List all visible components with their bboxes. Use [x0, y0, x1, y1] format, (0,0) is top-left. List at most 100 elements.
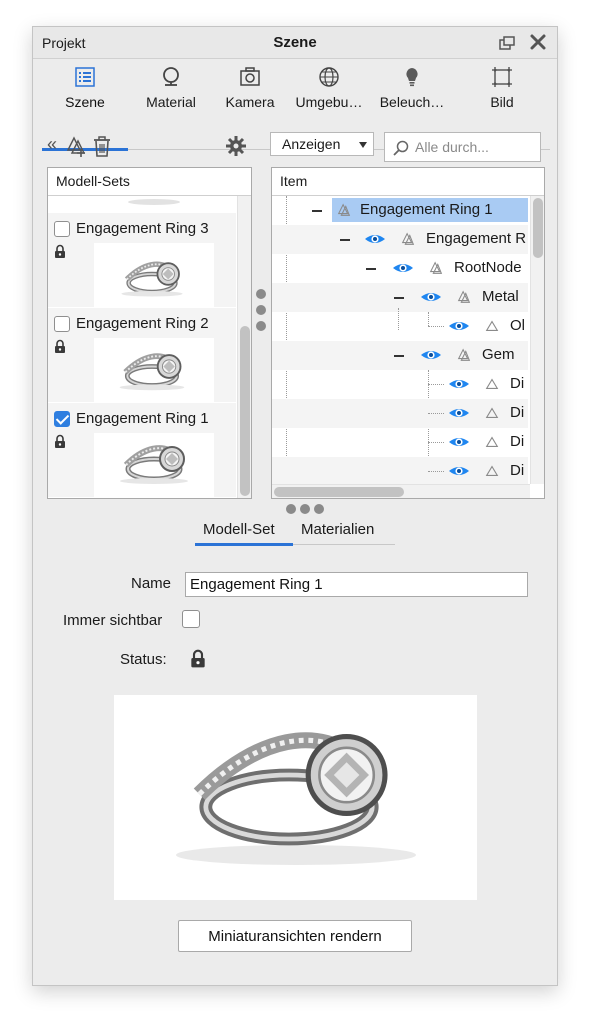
sub-tab-bar: Modell-Set Materialien [195, 517, 395, 547]
window-title: Szene [273, 34, 317, 51]
tab-label: Bild [490, 94, 514, 110]
add-model-set-icon[interactable] [65, 135, 87, 157]
model-set-label: Engagement Ring 2 [76, 315, 209, 332]
eye-icon[interactable] [364, 232, 386, 246]
model-set-label: Engagement Ring 1 [76, 410, 209, 427]
tree-row[interactable]: Di [272, 399, 528, 428]
tree-row[interactable]: Di [272, 457, 528, 486]
eye-icon[interactable] [392, 261, 414, 275]
frame-icon [492, 67, 512, 87]
scene-window: Projekt Szene Szene Material Kamera Umge… [32, 26, 558, 986]
search-icon [393, 140, 409, 156]
bulb-icon [406, 68, 418, 87]
tree-item-label: Di [510, 433, 525, 450]
tab-modell-set[interactable]: Modell-Set [203, 521, 275, 538]
tree-row[interactable]: RootNode [272, 254, 528, 283]
always-visible-label: Immer sichtbar [63, 612, 163, 629]
name-field[interactable] [185, 572, 528, 597]
collapse-toggle[interactable] [340, 239, 350, 241]
mesh-icon [485, 407, 499, 418]
visibility-checkbox[interactable] [54, 316, 70, 332]
status-label: Status: [120, 651, 167, 668]
visibility-checkbox[interactable] [54, 221, 70, 237]
eye-icon[interactable] [448, 464, 470, 478]
scene-tree-panel: Item Engagement Ring 1 Engagement R Root… [271, 167, 545, 499]
eye-icon[interactable] [448, 406, 470, 420]
tab-kamera[interactable]: Kamera [214, 60, 286, 118]
eye-icon[interactable] [420, 348, 442, 362]
tab-label: Material [146, 94, 196, 110]
ring-thumbnail [94, 433, 214, 497]
tab-materialien[interactable]: Materialien [301, 521, 374, 538]
ring-preview-image [114, 695, 477, 900]
tree-row[interactable]: Di [272, 428, 528, 457]
dropdown-label: Anzeigen [282, 136, 341, 152]
render-thumbnails-button[interactable]: Miniaturansichten rendern [178, 920, 412, 952]
scrollbar-thumb[interactable] [533, 198, 543, 258]
tree-item-label: Ol [510, 317, 525, 334]
globe-icon [319, 67, 339, 87]
lock-icon[interactable] [54, 339, 66, 353]
search-box[interactable] [384, 132, 541, 162]
eye-icon[interactable] [448, 319, 470, 333]
tree-item-label: Gem [482, 346, 515, 363]
scrollbar-thumb[interactable] [274, 487, 404, 497]
tab-label: Szene [65, 94, 105, 110]
collapse-toggle[interactable] [366, 268, 376, 270]
vertical-splitter-handle[interactable] [255, 289, 267, 339]
lock-icon[interactable] [54, 434, 66, 448]
tab-umgebung[interactable]: Umgebu… [286, 60, 372, 118]
mesh-icon [485, 465, 499, 476]
vertical-scrollbar[interactable] [530, 196, 544, 484]
node-icon [402, 233, 414, 245]
model-set-item-2[interactable]: Engagement Ring 2 [48, 308, 236, 402]
tab-material[interactable]: Material [128, 60, 214, 118]
tab-label: Umgebu… [295, 94, 363, 110]
eye-icon[interactable] [448, 435, 470, 449]
always-visible-checkbox[interactable] [182, 610, 200, 628]
tree-row[interactable]: Engagement R [272, 225, 528, 254]
trash-icon[interactable] [91, 135, 113, 157]
tab-beleuchtung[interactable]: Beleuch… [372, 60, 452, 118]
tree-row[interactable]: Metal [272, 283, 528, 312]
tab-label: Kamera [225, 94, 275, 110]
model-set-icon [338, 204, 350, 216]
lock-icon[interactable] [190, 648, 206, 668]
tree-row[interactable]: Gem [272, 341, 528, 370]
horizontal-scrollbar[interactable] [272, 484, 530, 498]
node-icon [430, 262, 442, 274]
scrollbar-thumb[interactable] [240, 326, 250, 496]
visibility-checkbox[interactable] [54, 411, 70, 427]
collapse-toggle[interactable] [394, 355, 404, 357]
tab-szene[interactable]: Szene [42, 60, 128, 118]
name-label: Name [131, 575, 172, 592]
close-icon[interactable] [529, 33, 547, 51]
gear-icon[interactable] [225, 135, 247, 157]
eye-icon[interactable] [448, 377, 470, 391]
ring-thumbnail [94, 338, 214, 402]
popout-icon[interactable] [499, 36, 515, 50]
tree-row[interactable]: Di [272, 370, 528, 399]
main-tab-bar: Szene Material Kamera Umgebu… Beleuch… B… [33, 60, 557, 151]
horizontal-splitter-handle[interactable] [286, 504, 326, 516]
collapse-icon[interactable]: « [47, 134, 57, 155]
collapse-toggle[interactable] [312, 210, 322, 212]
tree-row[interactable]: Ol [272, 308, 528, 341]
tree-row[interactable]: Engagement Ring 1 [272, 196, 528, 225]
node-icon [458, 291, 470, 303]
title-bar: Projekt Szene [33, 27, 557, 59]
lock-icon[interactable] [54, 244, 66, 258]
model-set-toolbar: « [47, 134, 257, 159]
collapse-toggle[interactable] [394, 297, 404, 299]
model-set-item-3[interactable]: Engagement Ring 3 [48, 213, 236, 307]
search-input[interactable] [415, 138, 537, 156]
material-icon [163, 67, 179, 86]
ring-thumbnail-partial [94, 196, 214, 208]
model-set-item-1[interactable]: Engagement Ring 1 [48, 403, 236, 497]
tree-item-label: Engagement Ring 1 [360, 201, 493, 218]
vertical-scrollbar[interactable] [237, 196, 251, 498]
tab-bild[interactable]: Bild [464, 60, 540, 118]
display-dropdown[interactable]: Anzeigen [270, 132, 374, 156]
tree-item-label: Di [510, 404, 525, 421]
eye-icon[interactable] [420, 290, 442, 304]
